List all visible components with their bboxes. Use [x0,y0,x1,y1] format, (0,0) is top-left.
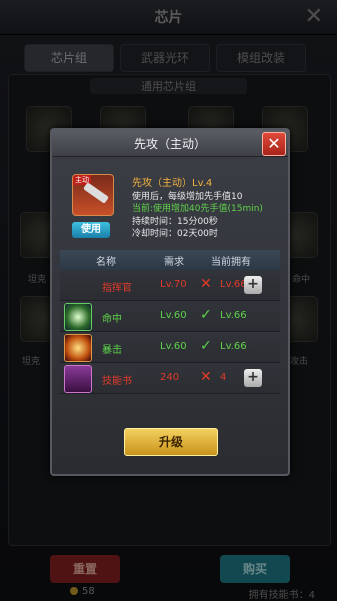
skill-dialog: 先攻（主动） ✕ 主动 使用 先攻（主动）Lv.4 使用后，每级增加先手值10 … [50,128,290,476]
table-row: 命中 Lv.60 ✓ Lv.66 [60,301,280,332]
row-need: Lv.60 [160,310,187,321]
table-row: 指挥官 Lv.70 ✕ Lv.66 + [60,270,280,301]
header-need: 需求 [164,256,184,268]
skill-duration: 持续时间：15分00秒 [132,216,218,227]
row-have: Lv.66 [220,310,247,321]
dialog-title: 先攻（主动） [133,137,206,151]
upgrade-button[interactable]: 升级 [124,428,218,456]
table-row: 技能书 240 ✕ 4 + [60,363,280,394]
skill-name: 先攻（主动）Lv.4 [132,178,213,189]
row-need: Lv.60 [160,341,187,352]
row-name: 指挥官 [102,283,132,294]
skill-book-icon [64,365,92,393]
header-have: 当前拥有 [211,256,251,268]
skill-desc: 使用后，每级增加先手值10 [132,191,243,202]
dialog-header: 先攻（主动） ✕ [52,130,288,157]
skill-info: 先攻（主动）Lv.4 使用后，每级增加先手值10 当前:使用增加40先手值(15… [132,178,263,241]
row-name: 技能书 [102,376,132,387]
row-need: Lv.70 [160,279,187,290]
table-header: 名称 需求 当前拥有 [60,250,280,270]
explosion-icon [64,334,92,362]
cross-icon: ✕ [200,276,212,292]
row-need: 240 [160,372,180,383]
row-name: 命中 [102,314,122,325]
row-have: Lv.66 [220,341,247,352]
crosshair-icon [64,303,92,331]
skill-icon: 主动 [72,174,114,216]
close-button[interactable]: ✕ [262,132,286,156]
skill-current: 当前:使用增加40先手值(15min) [132,204,263,214]
blade-icon [83,182,109,204]
skill-cooldown: 冷却时间：02天00时 [132,229,218,239]
use-button[interactable]: 使用 [72,222,110,238]
row-have: 4 [220,372,227,383]
row-have: Lv.66 [220,279,247,290]
requirements-table: 名称 需求 当前拥有 指挥官 Lv.70 ✕ Lv.66 + 命中 Lv.60 … [60,250,280,394]
check-icon: ✓ [200,338,212,354]
cross-icon: ✕ [200,369,212,385]
row-name: 暴击 [102,345,122,356]
check-icon: ✓ [200,307,212,323]
add-button[interactable]: + [244,369,262,387]
add-button[interactable]: + [244,276,262,294]
table-row: 暴击 Lv.60 ✓ Lv.66 [60,332,280,363]
header-name: 名称 [96,256,116,268]
